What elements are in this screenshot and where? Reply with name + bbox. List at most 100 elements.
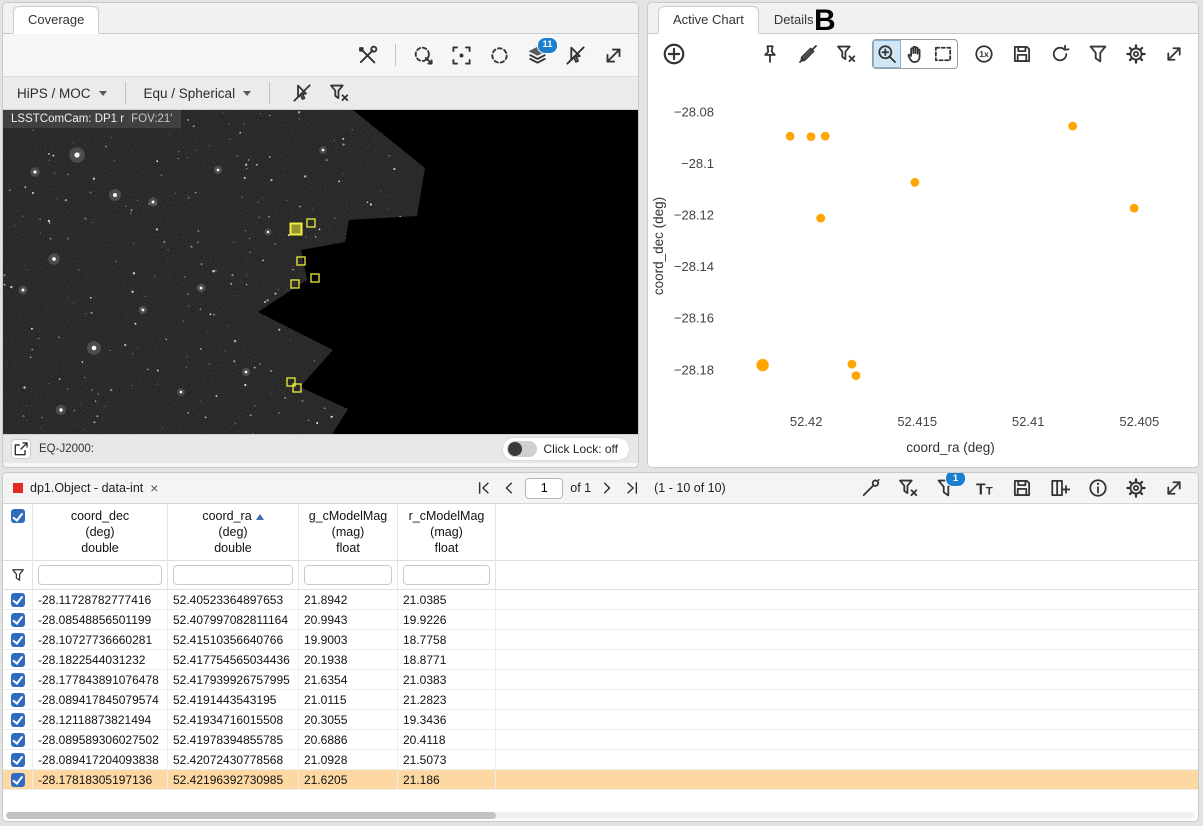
table-row[interactable]: -28.089417845079574 52.4191443543195 21.01… (3, 690, 1198, 710)
row-checkbox[interactable] (10, 712, 25, 727)
tab-coverage[interactable]: Coverage (13, 6, 100, 34)
table-row[interactable]: -28.1822544031232 52.417754565034436 20.19… (3, 650, 1198, 670)
data-point[interactable] (806, 132, 816, 141)
column-header-coord_dec[interactable]: coord_dec (deg) double (33, 504, 168, 560)
filter-icon[interactable]: 1 (932, 473, 966, 502)
row-checkbox[interactable] (10, 692, 25, 707)
cell-coord_dec: -28.089417204093838 (33, 750, 168, 769)
filter-icon[interactable] (1084, 40, 1112, 68)
unselect-icon[interactable] (288, 79, 316, 107)
next-page-button[interactable] (598, 479, 616, 497)
previous-page-button[interactable] (500, 479, 518, 497)
header-select-all-cell (3, 504, 33, 560)
chart-area[interactable]: 52.42 52.415 52.41 52.405 −28.08 −28.1 −28.12 −… (648, 74, 1198, 466)
chevron-down-icon (98, 91, 107, 100)
data-point[interactable] (820, 131, 830, 141)
zoom-in-icon[interactable] (873, 40, 901, 68)
tools-icon[interactable] (353, 41, 382, 70)
save-icon[interactable] (1008, 40, 1036, 68)
data-point[interactable] (910, 177, 920, 187)
filter-input-coord_dec[interactable] (38, 565, 162, 585)
clear-filter-icon[interactable] (325, 79, 353, 107)
clear-filter-icon[interactable] (894, 474, 922, 502)
table-row[interactable]: -28.089417204093838 52.42072430778568 21.0… (3, 750, 1198, 770)
column-header-r_cModelMag[interactable]: r_cModelMag (mag) float (398, 504, 496, 560)
expand-icon[interactable] (1160, 474, 1188, 502)
table-color-indicator (13, 483, 23, 493)
sky-image-viewer[interactable]: LSSTComCam: DP1 r FOV:21' (3, 110, 638, 434)
object-marker[interactable] (289, 222, 303, 236)
color-drag-icon[interactable] (409, 41, 438, 70)
tab-active-chart[interactable]: Active Chart (658, 6, 759, 34)
filter-input-coord_ra[interactable] (173, 565, 293, 585)
last-page-button[interactable] (623, 479, 641, 497)
pin-chart-icon[interactable] (856, 474, 884, 502)
filter-input-g_cModelMag[interactable] (304, 565, 392, 585)
table-row[interactable]: -28.12118873821494 52.41934716015508 20.30… (3, 710, 1198, 730)
pan-icon[interactable] (901, 40, 929, 68)
refresh-icon[interactable] (1046, 40, 1074, 68)
chart-panel: Active Chart Details B 1x 52.42 52.415 52.… (647, 2, 1199, 468)
filter-funnel-icon[interactable] (3, 561, 33, 589)
scrollbar-thumb[interactable] (6, 812, 496, 819)
row-checkbox[interactable] (10, 632, 25, 647)
scatter-plot: 52.42 52.415 52.41 52.405 −28.08 −28.1 −28.12 −… (651, 104, 1159, 455)
close-table-icon[interactable]: × (150, 481, 158, 495)
row-select-cell (3, 630, 33, 649)
save-icon[interactable] (1008, 474, 1036, 502)
filter-cell-coord_ra (168, 561, 299, 589)
row-checkbox[interactable] (10, 772, 25, 787)
box-select-icon[interactable] (929, 40, 957, 68)
data-point[interactable] (847, 359, 857, 369)
table-row[interactable]: -28.17818305197136 52.42196392730985 21.62… (3, 770, 1198, 790)
table-row[interactable]: -28.089589306027502 52.41978394855785 20.6… (3, 730, 1198, 750)
projection-dropdown[interactable]: Equ / Spherical (144, 86, 252, 101)
tab-active-chart-label: Active Chart (673, 12, 744, 27)
expand-icon[interactable] (1160, 40, 1188, 68)
click-lock-toggle[interactable]: Click Lock: off (501, 437, 630, 461)
info-icon[interactable] (1084, 474, 1112, 502)
data-point[interactable] (851, 371, 861, 380)
row-checkbox[interactable] (10, 752, 25, 767)
gear-icon[interactable] (1122, 474, 1150, 502)
cell-coord_dec: -28.08548856501199 (33, 610, 168, 629)
data-point[interactable] (785, 131, 795, 141)
no-edit-icon[interactable] (794, 40, 822, 68)
hips-moc-dropdown[interactable]: HiPS / MOC (17, 86, 107, 101)
circle-select-icon[interactable] (485, 41, 514, 70)
clear-filter-icon[interactable] (832, 40, 860, 68)
table-row[interactable]: -28.11728782777416 52.40523364897653 21.89… (3, 590, 1198, 610)
row-checkbox[interactable] (10, 612, 25, 627)
column-header-g_cModelMag[interactable]: g_cModelMag (mag) float (299, 504, 398, 560)
first-page-button[interactable] (475, 479, 493, 497)
expand-icon[interactable] (599, 41, 628, 70)
data-point[interactable] (756, 358, 769, 372)
row-checkbox[interactable] (10, 592, 25, 607)
pin-icon[interactable] (756, 40, 784, 68)
page-input[interactable] (525, 477, 564, 499)
recenter-icon[interactable] (447, 41, 476, 70)
data-point[interactable] (816, 213, 826, 223)
data-point[interactable] (1068, 121, 1078, 131)
filter-input-r_cModelMag[interactable] (403, 565, 490, 585)
row-checkbox[interactable] (10, 732, 25, 747)
gear-icon[interactable] (1122, 40, 1150, 68)
unselect-icon[interactable] (561, 41, 590, 70)
table-row[interactable]: -28.177843891076478 52.417939926757995 21.… (3, 670, 1198, 690)
external-link-icon[interactable] (11, 439, 31, 459)
one-x-icon[interactable]: 1x (970, 40, 998, 68)
data-point[interactable] (1129, 203, 1139, 213)
layers-icon[interactable]: 11 (523, 36, 558, 70)
table-tab-title[interactable]: dp1.Object - data-int (30, 481, 143, 495)
row-checkbox[interactable] (10, 652, 25, 667)
text-view-icon[interactable]: TT (970, 474, 998, 502)
plus-circle-icon[interactable] (658, 38, 690, 70)
column-header-coord_ra[interactable]: coord_ra (deg) double (168, 504, 299, 560)
select-all-checkbox[interactable] (10, 509, 25, 523)
table-row[interactable]: -28.08548856501199 52.407997082811164 20.9… (3, 610, 1198, 630)
row-checkbox[interactable] (10, 672, 25, 687)
coverage-statusbar: EQ-J2000: Click Lock: off (3, 434, 638, 463)
table-row[interactable]: -28.10727736660281 52.41510356640766 19.90… (3, 630, 1198, 650)
svg-text:T: T (986, 485, 993, 497)
add-column-icon[interactable] (1046, 474, 1074, 502)
